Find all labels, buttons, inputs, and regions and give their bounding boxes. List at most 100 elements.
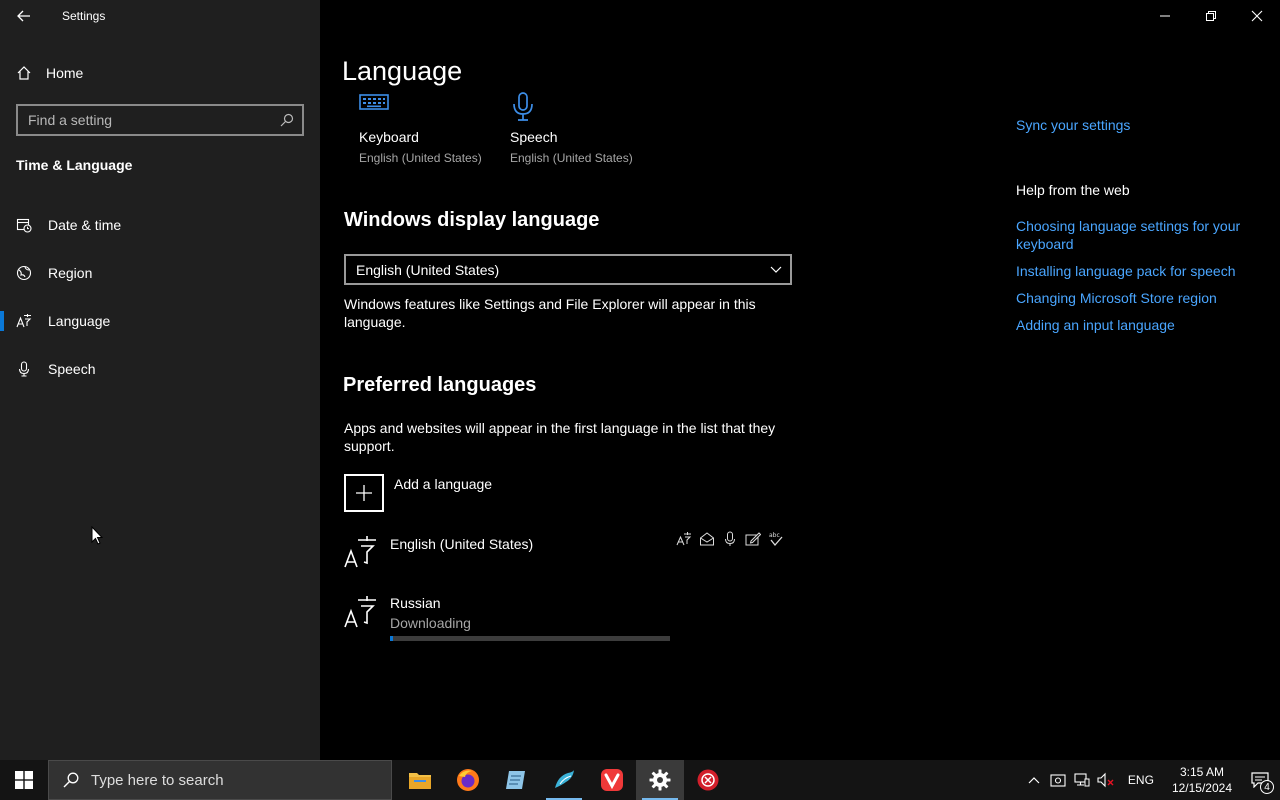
title-bar: Settings — [0, 0, 320, 32]
taskbar: ENG 3:15 AM 12/15/2024 4 — [0, 760, 1280, 800]
file-explorer-app[interactable] — [396, 760, 444, 800]
calendar-clock-icon — [16, 218, 32, 233]
help-link-store-region[interactable]: Changing Microsoft Store region — [1016, 289, 1266, 307]
section-title: Time & Language — [16, 157, 133, 173]
windows-logo-icon — [15, 771, 33, 789]
taskbar-search-input[interactable] — [91, 771, 371, 789]
keyboard-icon — [359, 94, 389, 110]
back-arrow-icon — [17, 10, 30, 22]
mouse-cursor-icon — [91, 526, 103, 545]
sidebar-item-label: Language — [48, 313, 111, 329]
minimize-icon — [1160, 15, 1170, 17]
svg-text:abc: abc — [769, 532, 780, 539]
keyboard-sublabel: English (United States) — [359, 151, 482, 165]
sidebar-item-speech[interactable]: Speech — [0, 349, 320, 389]
microphone-icon — [513, 92, 533, 121]
language-icon — [16, 314, 32, 328]
tray-app-button[interactable] — [1046, 760, 1070, 800]
show-hidden-icons-button[interactable] — [1022, 760, 1046, 800]
sidebar: Settings Home Time & Language Date & tim… — [0, 0, 320, 760]
restore-icon — [1206, 11, 1216, 21]
volume-muted-icon — [1097, 772, 1114, 788]
language-name: English (United States) — [390, 536, 534, 552]
gear-icon — [649, 769, 671, 791]
display-language-heading: Windows display language — [344, 209, 600, 231]
sidebar-item-label: Region — [48, 265, 93, 281]
help-heading: Help from the web — [1016, 182, 1130, 198]
taskbar-search[interactable] — [48, 760, 392, 800]
home-label: Home — [46, 65, 84, 81]
restore-button[interactable] — [1188, 0, 1234, 32]
display-language-description: Windows features like Settings and File … — [344, 296, 756, 330]
microphone-icon — [18, 361, 30, 377]
sidebar-item-date-time[interactable]: Date & time — [0, 205, 320, 245]
keyboard-tile[interactable]: Keyboard English (United States) — [359, 92, 499, 165]
volume-button[interactable] — [1094, 760, 1118, 800]
download-progress-fill — [390, 636, 393, 641]
start-button[interactable] — [0, 760, 48, 800]
sidebar-item-region[interactable]: Region — [0, 253, 320, 293]
help-link-input-language[interactable]: Adding an input language — [1016, 316, 1266, 334]
window-controls — [1142, 0, 1280, 32]
action-center-button[interactable]: 4 — [1240, 760, 1280, 800]
display-language-value: English (United States) — [356, 261, 500, 278]
firefox-app[interactable] — [444, 760, 492, 800]
network-button[interactable] — [1070, 760, 1094, 800]
antivirus-app[interactable] — [684, 760, 732, 800]
language-icon — [344, 596, 376, 628]
language-item-russian[interactable]: Russian Downloading — [344, 595, 794, 647]
vivaldi-icon — [601, 769, 623, 791]
spellcheck-feature-icon: abc — [769, 532, 783, 547]
microphone-feature-icon — [725, 531, 735, 546]
download-progress-bar — [390, 636, 670, 641]
app-title: Settings — [62, 9, 106, 23]
bird-icon — [555, 770, 574, 788]
input-language-indicator[interactable]: ENG — [1128, 773, 1154, 787]
clock[interactable]: 3:15 AM 12/15/2024 — [1172, 764, 1232, 796]
notification-count-badge: 4 — [1260, 780, 1274, 794]
preferred-languages-description: Apps and websites will appear in the fir… — [344, 420, 776, 454]
main-content: Language Keyboard English (United States… — [320, 0, 1280, 760]
clock-date: 12/15/2024 — [1171, 781, 1232, 795]
language-features: abc — [676, 531, 784, 547]
sidebar-item-label: Date & time — [48, 217, 122, 233]
home-nav-item[interactable]: Home — [0, 58, 320, 88]
search-icon — [63, 772, 79, 788]
globe-icon — [16, 265, 32, 281]
language-item-english[interactable]: English (United States) abc — [344, 531, 794, 575]
back-button[interactable] — [0, 0, 48, 32]
help-link-speech-pack[interactable]: Installing language pack for speech — [1016, 262, 1266, 280]
plus-icon — [344, 474, 384, 512]
chevron-down-icon — [770, 266, 782, 273]
add-language-label: Add a language — [394, 476, 493, 492]
help-from-web: Help from the web Choosing language sett… — [1016, 182, 1266, 334]
display-language-dropdown[interactable]: English (United States) — [344, 254, 792, 285]
speech-label: Speech — [510, 129, 558, 145]
notepad-icon — [506, 771, 525, 789]
handwriting-feature-icon — [700, 532, 714, 546]
bird-app[interactable] — [540, 760, 588, 800]
preferred-languages-heading: Preferred languages — [343, 374, 537, 396]
vivaldi-app[interactable] — [588, 760, 636, 800]
folder-icon — [409, 773, 431, 789]
firefox-icon — [457, 769, 479, 791]
close-button[interactable] — [1234, 0, 1280, 32]
pinned-apps — [396, 760, 732, 800]
related-settings: Sync your settings — [1016, 116, 1266, 134]
clock-time: 3:15 AM — [1179, 765, 1224, 779]
find-setting-search[interactable] — [16, 104, 304, 136]
add-language-button[interactable]: Add a language — [344, 474, 492, 512]
sidebar-item-language[interactable]: Language — [0, 301, 320, 341]
sync-settings-link[interactable]: Sync your settings — [1016, 116, 1266, 134]
keyboard-label: Keyboard — [359, 129, 419, 145]
settings-app[interactable] — [636, 760, 684, 800]
close-icon — [1251, 10, 1263, 22]
notepad-app[interactable] — [492, 760, 540, 800]
minimize-button[interactable] — [1142, 0, 1188, 32]
home-icon — [17, 66, 31, 80]
sidebar-item-label: Speech — [48, 361, 96, 377]
display-language-feature-icon — [676, 532, 692, 546]
find-setting-input[interactable] — [28, 112, 280, 128]
speech-tile[interactable]: Speech English (United States) — [510, 92, 650, 165]
help-link-keyboard[interactable]: Choosing language settings for your keyb… — [1016, 217, 1266, 253]
